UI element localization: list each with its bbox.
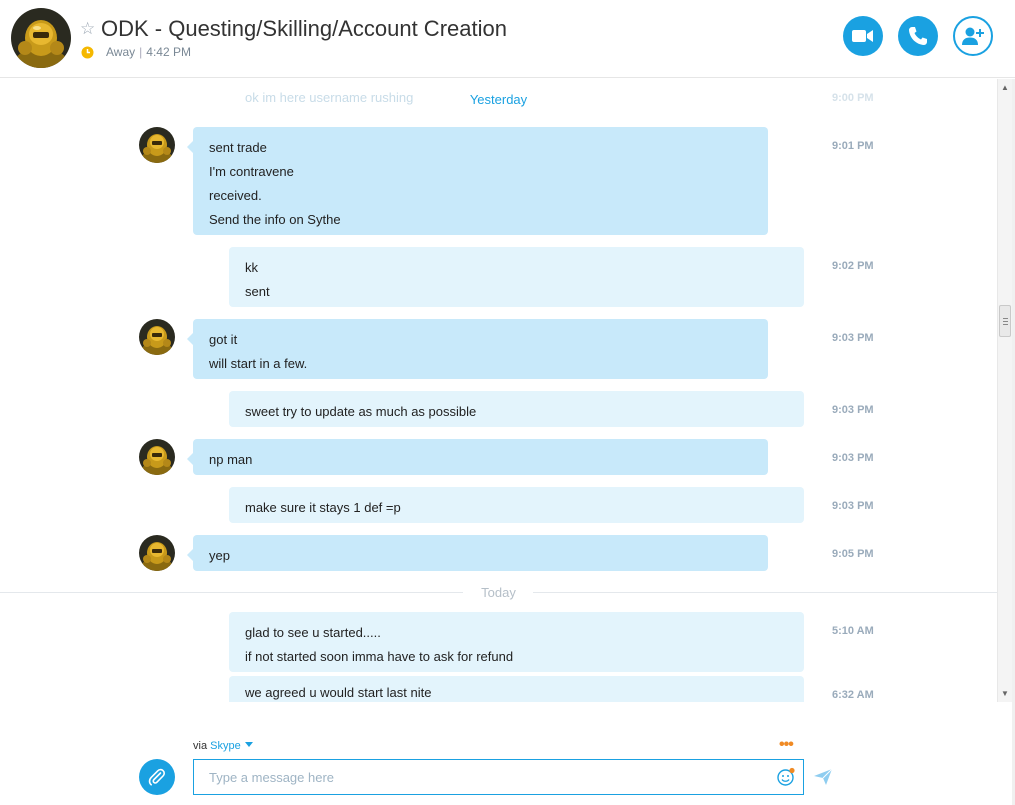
add-person-icon	[962, 27, 984, 45]
video-camera-icon	[852, 30, 873, 42]
message-timestamp: 9:01 PM	[832, 140, 874, 152]
outgoing-message[interactable]: we agreed u would start last nite	[229, 676, 804, 702]
message-timestamp: 9:03 PM	[832, 332, 874, 344]
message-timestamp: 5:10 AM	[832, 625, 874, 637]
more-options-button[interactable]: •••	[779, 736, 794, 754]
message-text: received.	[209, 188, 262, 203]
incoming-message[interactable]: yep	[187, 535, 768, 571]
message-text: sweet try to update as much as possible	[245, 404, 477, 419]
scroll-down-arrow-icon[interactable]: ▼	[1001, 689, 1009, 698]
message-scrollbar[interactable]: ▲ ▼	[997, 79, 1012, 702]
conversation-title: ODK - Questing/Skilling/Account Creation	[101, 16, 507, 41]
day-separator-today: Today	[481, 585, 516, 600]
message-text: sent trade	[209, 140, 267, 155]
message-text: got it	[209, 332, 238, 347]
star-outline-icon[interactable]: ☆	[80, 19, 95, 39]
message-timestamp: 9:03 PM	[832, 500, 874, 512]
message-timestamp: 9:02 PM	[832, 260, 874, 272]
emoticon-icon[interactable]	[776, 767, 796, 787]
message-avatar	[139, 535, 175, 571]
message-composer: via Skype •••	[0, 702, 1012, 805]
via-service[interactable]: Skype	[210, 740, 241, 752]
message-avatar	[139, 439, 175, 475]
message-text: make sure it stays 1 def =p	[245, 500, 401, 515]
message-text: will start in a few.	[209, 356, 308, 371]
message-text: kk	[245, 260, 258, 275]
audio-call-button[interactable]	[898, 16, 938, 56]
status-text: Away	[106, 45, 136, 59]
message-avatar	[139, 319, 175, 355]
message-text: glad to see u started.....	[245, 625, 381, 640]
message-text: we agreed u would start last nite	[245, 685, 432, 700]
message-avatar	[139, 127, 175, 163]
outgoing-message[interactable]: glad to see u started..... if not starte…	[229, 612, 804, 672]
message-text: Send the info on Sythe	[209, 212, 341, 227]
incoming-message[interactable]: sent trade I'm contravene received. Send…	[187, 127, 768, 235]
message-timestamp: 6:32 AM	[832, 689, 874, 701]
contact-avatar[interactable]	[11, 8, 71, 68]
message-text: yep	[209, 548, 230, 563]
message-text: sent	[245, 284, 270, 299]
video-call-button[interactable]	[843, 16, 883, 56]
outgoing-message[interactable]: sweet try to update as much as possible	[229, 391, 804, 427]
scrollbar-thumb[interactable]	[999, 305, 1011, 337]
message-text: np man	[209, 452, 253, 467]
message-text: I'm contravene	[209, 164, 294, 179]
message-timestamp: 9:03 PM	[832, 404, 874, 416]
message-timestamp: 9:05 PM	[832, 548, 874, 560]
message-list[interactable]: ok im here username rushing 9:00 PM Yest…	[0, 79, 997, 702]
chevron-down-icon[interactable]	[244, 742, 253, 747]
status-time: 4:42 PM	[146, 45, 191, 59]
presence-status: Away | 4:42 PM	[81, 44, 191, 60]
incoming-message[interactable]: got it will start in a few.	[187, 319, 768, 379]
scroll-up-arrow-icon[interactable]: ▲	[1001, 83, 1009, 92]
add-people-button[interactable]	[953, 16, 993, 56]
message-text: if not started soon imma have to ask for…	[245, 649, 514, 664]
message-timestamp: 9:03 PM	[832, 452, 874, 464]
conversation-header: ☆ ODK - Questing/Skilling/Account Creati…	[0, 0, 1015, 78]
send-arrow-icon[interactable]	[813, 768, 833, 786]
outgoing-message[interactable]: kk sent	[229, 247, 804, 307]
send-via-selector[interactable]: via Skype	[193, 740, 253, 752]
message-input[interactable]	[193, 759, 804, 795]
outgoing-message[interactable]: make sure it stays 1 def =p	[229, 487, 804, 523]
status-separator: |	[139, 45, 143, 59]
paperclip-icon	[148, 768, 165, 786]
via-label: via	[193, 740, 208, 752]
attach-file-button[interactable]	[139, 759, 175, 795]
day-separator-yesterday: Yesterday	[469, 92, 528, 107]
clock-icon	[81, 46, 94, 58]
incoming-message[interactable]: np man	[187, 439, 768, 475]
phone-icon	[909, 27, 927, 45]
